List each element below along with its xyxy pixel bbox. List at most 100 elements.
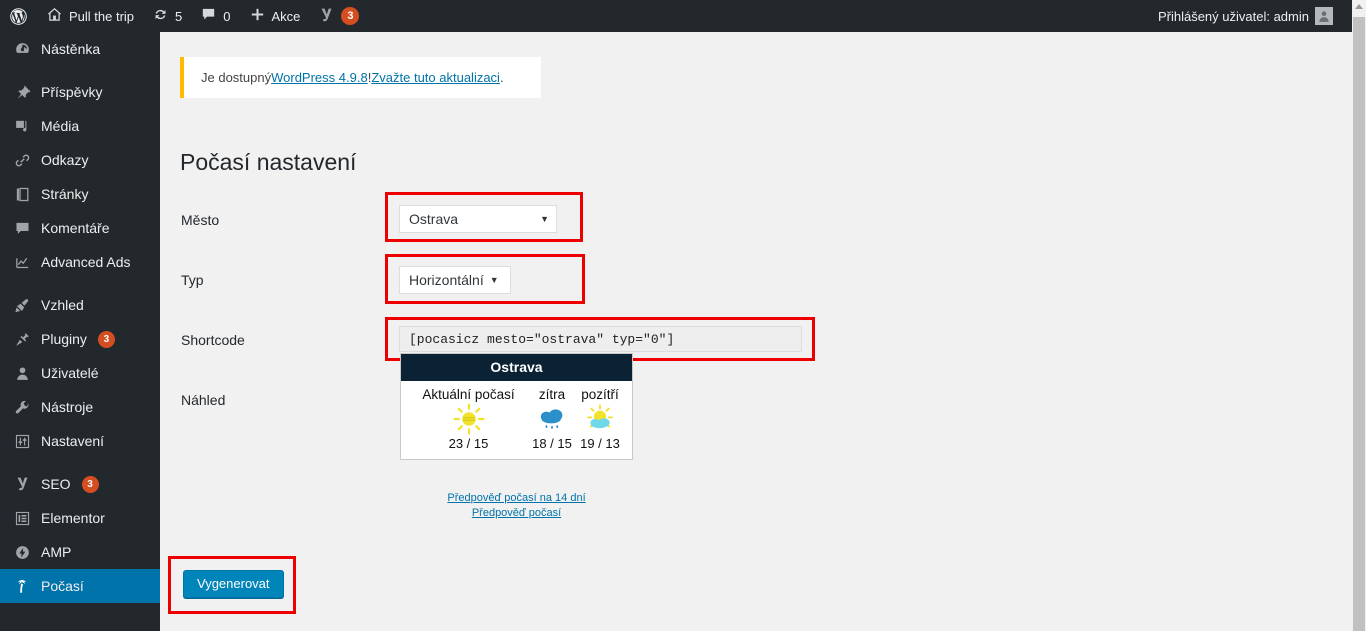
update-notice: Je dostupný WordPress 4.9.8! Zvažte tuto… [180,57,541,98]
plug-icon [12,329,32,349]
sidebar-item-elementor[interactable]: Elementor [0,501,160,535]
update-now-link[interactable]: Zvažte tuto aktualizaci [371,70,500,85]
wordpress-logo-icon [9,7,28,26]
sidebar-item-uzivatele[interactable]: Uživatelé [0,356,160,390]
forecast-link[interactable]: Předpověď počasí [400,506,633,521]
sidebar-badge: 3 [97,330,115,348]
admin-bar-right: Přihlášený uživatel: admin [1149,0,1352,32]
chevron-down-icon: ▼ [489,275,499,285]
palm-tree-icon [12,576,32,596]
sidebar-item-advanced-ads[interactable]: Advanced Ads [0,245,160,279]
settings-icon [12,431,32,451]
scroll-up-arrow-icon[interactable] [1355,4,1363,9]
wrench-icon [12,397,32,417]
sidebar-item-nastenka[interactable]: Nástěnka [0,32,160,66]
wp-logo-menu[interactable] [0,0,37,32]
type-label: Typ [181,272,204,288]
home-icon [46,6,63,26]
weather-day-label: zítra [538,387,566,402]
site-name-menu[interactable]: Pull the trip [37,0,143,32]
sidebar-item-komentare[interactable]: Komentáře [0,211,160,245]
weather-current-temp: 23 / 15 [448,436,489,451]
sun-icon [409,402,528,436]
chevron-down-icon: ▼ [540,214,549,224]
city-label: Město [181,212,220,228]
sidebar-item-pluginy[interactable]: Pluginy 3 [0,322,160,356]
sidebar-item-prispevky[interactable]: Příspěvky [0,75,160,109]
updates-count: 5 [175,8,183,24]
comments-menu[interactable]: 0 [191,0,239,32]
admin-sidebar-menu: Nástěnka Příspěvky Média Odkazy Stránky … [0,32,168,631]
current-menu-arrow-icon [160,578,168,594]
site-name-label: Pull the trip [69,8,135,24]
shortcode-label: Shortcode [181,332,245,348]
weather-day-temp: 18 / 15 [532,436,572,451]
sidebar-badge: 3 [81,475,99,493]
comment-icon [12,218,32,238]
page-title: Počasí nastavení [180,149,357,175]
weather-current-column: Aktuální počasí 23 / 15 [409,387,528,451]
update-arrows-icon [152,6,169,26]
sidebar-item-label: Elementor [41,510,105,526]
updates-menu[interactable]: 5 [143,0,191,32]
sidebar-item-label: Uživatelé [41,365,99,381]
weather-day-column: zítra 18 / 15 [528,387,576,451]
weather-city-header: Ostrava [401,354,632,381]
sidebar-item-label: Nástroje [41,399,94,415]
page-scrollbar[interactable] [1352,0,1366,631]
weather-preview-widget: Ostrava Aktuální počasí 23 / 15 zítra 18… [400,353,633,460]
sidebar-item-label: Odkazy [41,152,89,168]
generate-button[interactable]: Vygenerovat [183,570,284,598]
yoast-seo-menu[interactable]: 3 [309,0,368,32]
scrollbar-thumb[interactable] [1353,17,1365,631]
sidebar-item-nastroje[interactable]: Nástroje [0,390,160,424]
sidebar-item-pocasi[interactable]: Počasí [0,569,168,603]
weather-day-column: pozítří 19 / 13 [576,387,624,451]
sidebar-item-amp[interactable]: AMP [0,535,160,569]
weather-day-temp: 19 / 13 [580,436,620,451]
sidebar-item-label: Komentáře [41,220,110,236]
comments-count: 0 [223,8,231,24]
new-content-label: Akce [271,8,301,24]
sun-behind-cloud-icon [576,402,624,436]
media-icon [12,116,32,136]
notice-prefix: Je dostupný [201,70,272,85]
sidebar-item-label: Média [41,118,80,134]
sidebar-item-odkazy[interactable]: Odkazy [0,143,160,177]
shortcode-input[interactable]: [pocasicz mesto="ostrava" typ="0"] [399,326,802,352]
preview-label: Náhled [181,392,226,408]
sidebar-item-label: Příspěvky [41,84,103,100]
type-select[interactable]: Horizontální ▼ [399,266,511,294]
sidebar-item-seo[interactable]: SEO 3 [0,467,160,501]
sidebar-item-label: Nastavení [41,433,105,449]
page-icon [12,184,32,204]
sidebar-item-vzhled[interactable]: Vzhled [0,288,160,322]
sidebar-item-label: SEO [41,476,71,492]
sidebar-item-label: Počasí [41,578,84,594]
user-greeting-label: Přihlášený uživatel: admin [1157,8,1309,24]
weather-current-label: Aktuální počasí [422,387,515,402]
rain-cloud-icon [528,402,576,436]
avatar [1315,7,1333,25]
user-icon [12,363,32,383]
sidebar-item-stranky[interactable]: Stránky [0,177,160,211]
chart-icon [12,252,32,272]
sidebar-item-media[interactable]: Média [0,109,160,143]
brush-icon [12,295,32,315]
amp-bolt-icon [12,542,32,562]
city-select-value: Ostrava [409,211,459,227]
sidebar-item-label: Stránky [41,186,89,202]
sidebar-item-label: AMP [41,544,72,560]
forecast-14days-link[interactable]: Předpověď počasí na 14 dní [400,491,633,506]
sidebar-item-label: Pluginy [41,331,87,347]
wordpress-version-link[interactable]: WordPress 4.9.8 [271,70,368,85]
city-select[interactable]: Ostrava ▼ [399,205,557,233]
yoast-icon [318,6,335,27]
user-account-menu[interactable]: Přihlášený uživatel: admin [1149,0,1342,32]
new-content-menu[interactable]: Akce [240,0,310,32]
sidebar-item-nastaveni[interactable]: Nastavení [0,424,160,458]
elementor-icon [12,508,32,528]
link-icon [12,150,32,170]
weather-body: Aktuální počasí 23 / 15 zítra 18 / 15 po… [401,381,632,459]
yoast-icon [12,474,32,494]
